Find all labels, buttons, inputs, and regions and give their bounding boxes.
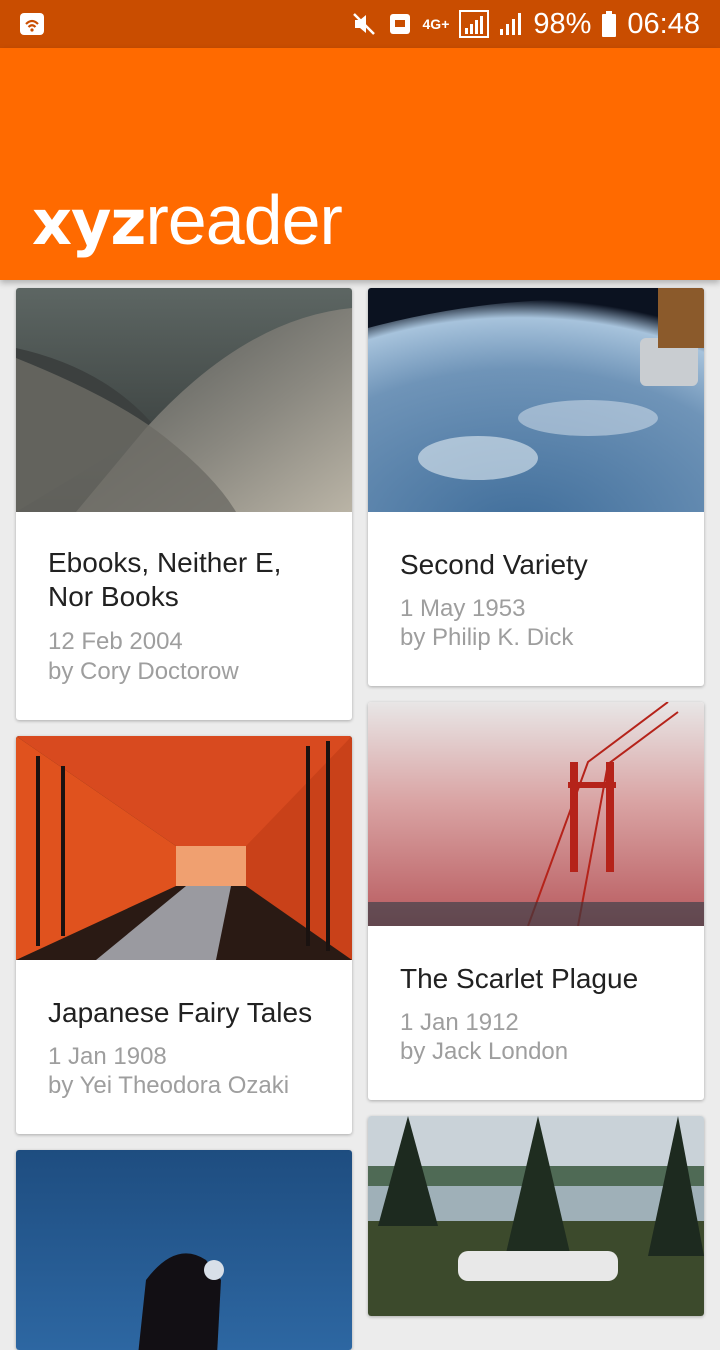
signal-icon bbox=[459, 10, 490, 38]
article-thumbnail-lake-forest bbox=[368, 1116, 704, 1316]
article-thumbnail-night-sky bbox=[16, 1150, 352, 1350]
article-date: 1 Jan 1908 bbox=[48, 1043, 167, 1070]
network-type-label: 4G+ bbox=[422, 16, 450, 32]
battery-icon bbox=[602, 11, 617, 37]
article-title: Japanese Fairy Tales bbox=[48, 997, 313, 1028]
article-card[interactable]: Japanese Fairy Tales 1 Jan 1908 by Yei T… bbox=[16, 736, 352, 1134]
wifi-notification-icon bbox=[20, 13, 44, 35]
article-card[interactable] bbox=[16, 1150, 352, 1350]
article-title: The Scarlet Plague bbox=[400, 963, 639, 994]
app-bar: xyz reader bbox=[0, 48, 720, 280]
article-author: by Philip K. Dick bbox=[400, 624, 574, 651]
article-thumbnail-bridge-in-fog bbox=[368, 702, 704, 926]
article-author: by Cory Doctorow bbox=[48, 658, 239, 685]
clock: 06:48 bbox=[627, 7, 700, 40]
mute-icon bbox=[352, 13, 375, 35]
article-date: 1 Jan 1912 bbox=[400, 1009, 519, 1036]
article-card[interactable]: The Scarlet Plague 1 Jan 1912 by Jack Lo… bbox=[368, 702, 704, 1100]
signal-icon-secondary bbox=[500, 13, 522, 35]
article-card[interactable] bbox=[368, 1116, 704, 1316]
logo-bold-text: xyz bbox=[32, 186, 146, 259]
article-author: by Yei Theodora Ozaki bbox=[48, 1072, 290, 1099]
article-card[interactable]: Second Variety 1 May 1953 by Philip K. D… bbox=[368, 288, 704, 686]
article-card[interactable]: Ebooks, Neither E, Nor Books 12 Feb 2004 … bbox=[16, 288, 352, 720]
article-thumbnail-torii-gates bbox=[16, 736, 352, 960]
article-thumbnail-earth-from-space bbox=[368, 288, 704, 512]
article-thumbnail-opera-house bbox=[16, 288, 352, 512]
article-title: Second Variety bbox=[400, 549, 588, 580]
article-author: by Jack London bbox=[400, 1038, 569, 1065]
logo-light-text: reader bbox=[145, 181, 343, 259]
message-icon bbox=[389, 14, 410, 34]
app-logo: xyz reader bbox=[32, 180, 343, 260]
status-bar: 4G+ 98% 06:48 bbox=[0, 0, 720, 48]
article-date: 12 Feb 2004 bbox=[48, 628, 183, 655]
battery-percent: 98% bbox=[533, 7, 592, 40]
article-date: 1 May 1953 bbox=[400, 595, 526, 622]
article-title: Ebooks, Neither E, Nor Books bbox=[48, 547, 282, 612]
